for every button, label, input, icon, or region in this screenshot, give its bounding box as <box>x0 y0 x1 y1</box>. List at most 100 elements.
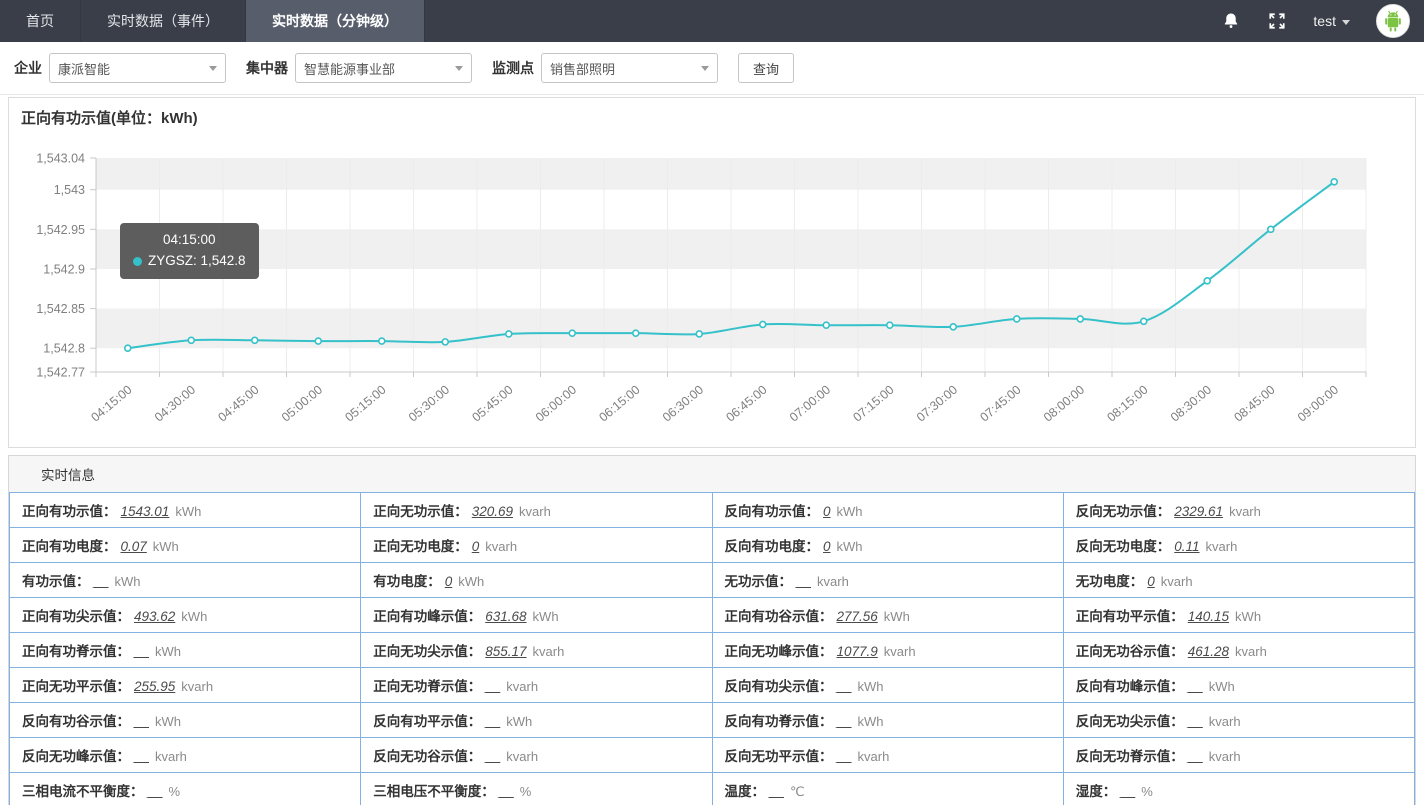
metric-value[interactable]: 0 <box>472 539 480 554</box>
svg-text:1,542.9: 1,542.9 <box>43 262 85 276</box>
metric-cell: 正向无功平示值：255.95kvarh <box>10 668 361 703</box>
metric-value[interactable]: 0 <box>823 539 831 554</box>
metric-value[interactable]: 0.11 <box>1174 539 1199 554</box>
metric-unit: kWh <box>858 679 884 694</box>
metric-label: 反向无功脊示值： <box>1076 749 1184 764</box>
metric-value[interactable]: __ <box>485 714 500 729</box>
metric-value[interactable]: __ <box>837 714 852 729</box>
metric-value[interactable]: 1077.9 <box>837 644 878 659</box>
fullscreen-icon[interactable] <box>1267 11 1287 31</box>
svg-text:07:30:00: 07:30:00 <box>914 383 960 425</box>
metric-value[interactable]: __ <box>148 784 163 799</box>
svg-text:1,543: 1,543 <box>54 183 85 197</box>
metric-cell: 无功电度：0kvarh <box>1063 563 1414 598</box>
metric-cell: 反向有功尖示值：__kWh <box>712 668 1063 703</box>
metric-value[interactable]: __ <box>499 784 514 799</box>
metric-value[interactable]: 277.56 <box>837 609 878 624</box>
svg-text:08:15:00: 08:15:00 <box>1104 383 1150 425</box>
chevron-down-icon <box>701 66 709 71</box>
metric-cell: 正向有功谷示值：277.56kWh <box>712 598 1063 633</box>
metric-unit: kvarh <box>155 749 187 764</box>
user-menu[interactable]: test <box>1313 13 1350 29</box>
metric-value[interactable]: __ <box>769 784 784 799</box>
svg-text:1,542.8: 1,542.8 <box>43 342 85 356</box>
metric-unit: % <box>1141 784 1153 799</box>
metric-unit: kWh <box>884 609 910 624</box>
svg-text:04:45:00: 04:45:00 <box>215 383 261 425</box>
metric-label: 反向有功脊示值： <box>725 714 833 729</box>
metric-value[interactable]: __ <box>796 574 811 589</box>
metric-value[interactable]: __ <box>134 714 149 729</box>
metric-value[interactable]: 855.17 <box>485 644 526 659</box>
metric-label: 正向无功谷示值： <box>1076 644 1184 659</box>
realtime-info-header: 实时信息 <box>9 456 1415 492</box>
metric-label: 正向有功平示值： <box>1076 609 1184 624</box>
metric-cell: 反向无功示值：2329.61kvarh <box>1063 493 1414 528</box>
metric-cell: 反向有功电度：0kWh <box>712 528 1063 563</box>
metric-label: 有功示值： <box>22 574 90 589</box>
tab-home[interactable]: 首页 <box>0 0 81 42</box>
line-chart: 1,543.041,5431,542.951,542.91,542.851,54… <box>9 98 1415 447</box>
metric-label: 正向有功峰示值： <box>373 609 481 624</box>
metric-value[interactable]: __ <box>134 749 149 764</box>
metric-value[interactable]: 255.95 <box>134 679 175 694</box>
metric-unit: kWh <box>153 539 179 554</box>
metric-value[interactable]: 0 <box>823 504 831 519</box>
metric-unit: kWh <box>506 714 532 729</box>
metric-cell: 有功电度：0kWh <box>361 563 712 598</box>
metric-label: 反向无功谷示值： <box>373 749 481 764</box>
metric-value[interactable]: 320.69 <box>472 504 513 519</box>
metric-value[interactable]: __ <box>485 679 500 694</box>
android-icon <box>1379 7 1407 35</box>
svg-text:07:45:00: 07:45:00 <box>977 383 1023 425</box>
metric-unit: kWh <box>155 714 181 729</box>
metric-unit: kvarh <box>485 539 517 554</box>
metric-value[interactable]: 2329.61 <box>1174 504 1223 519</box>
metric-cell: 反向无功谷示值：__kvarh <box>361 738 712 773</box>
metric-value[interactable]: __ <box>1188 714 1203 729</box>
query-button[interactable]: 查询 <box>738 53 794 83</box>
metric-unit: kWh <box>155 644 181 659</box>
svg-text:05:00:00: 05:00:00 <box>279 383 325 425</box>
metric-unit: kvarh <box>1206 539 1238 554</box>
metric-value[interactable]: __ <box>485 749 500 764</box>
metric-value[interactable]: 1543.01 <box>121 504 170 519</box>
metric-value[interactable]: 140.15 <box>1188 609 1229 624</box>
svg-text:08:30:00: 08:30:00 <box>1168 383 1214 425</box>
bell-icon[interactable] <box>1221 11 1241 31</box>
metric-unit: % <box>520 784 532 799</box>
metric-value[interactable]: 0 <box>445 574 453 589</box>
monitor-point-dropdown[interactable]: 销售部照明 <box>541 53 718 83</box>
metric-unit: kvarh <box>181 679 213 694</box>
metric-value[interactable]: __ <box>134 644 149 659</box>
enterprise-dropdown[interactable]: 康派智能 <box>49 53 226 83</box>
svg-text:08:00:00: 08:00:00 <box>1041 383 1087 425</box>
metric-label: 反向有功电度： <box>725 539 820 554</box>
metric-value[interactable]: 0.07 <box>121 539 147 554</box>
table-row: 有功示值：__kWh有功电度：0kWh无功示值：__kvarh无功电度：0kva… <box>10 563 1415 598</box>
metric-value[interactable]: __ <box>1120 784 1135 799</box>
metric-value[interactable]: __ <box>1188 679 1203 694</box>
svg-text:06:30:00: 06:30:00 <box>660 383 706 425</box>
metric-value[interactable]: 631.68 <box>485 609 526 624</box>
tab-realtime-event[interactable]: 实时数据（事件） <box>81 0 246 42</box>
metric-cell: 湿度：__% <box>1063 773 1414 805</box>
metric-cell: 三相电压不平衡度：__% <box>361 773 712 805</box>
metric-cell: 反向有功峰示值：__kWh <box>1063 668 1414 703</box>
metric-value[interactable]: 0 <box>1147 574 1155 589</box>
svg-text:1,542.77: 1,542.77 <box>36 366 85 380</box>
metric-cell: 温度：__℃ <box>712 773 1063 805</box>
metric-value[interactable]: __ <box>837 679 852 694</box>
metric-value[interactable]: 493.62 <box>134 609 175 624</box>
metric-value[interactable]: 461.28 <box>1188 644 1229 659</box>
metric-cell: 正向无功示值：320.69kvarh <box>361 493 712 528</box>
concentrator-dropdown[interactable]: 智慧能源事业部 <box>295 53 472 83</box>
tab-realtime-minute[interactable]: 实时数据（分钟级） <box>246 0 425 42</box>
svg-text:1,542.95: 1,542.95 <box>36 223 85 237</box>
metric-label: 无功电度： <box>1076 574 1144 589</box>
metric-value[interactable]: __ <box>837 749 852 764</box>
realtime-info-table: 正向有功示值：1543.01kWh正向无功示值：320.69kvarh反向有功示… <box>9 492 1415 805</box>
metric-value[interactable]: __ <box>1188 749 1203 764</box>
metric-value[interactable]: __ <box>94 574 109 589</box>
avatar[interactable] <box>1376 4 1410 38</box>
